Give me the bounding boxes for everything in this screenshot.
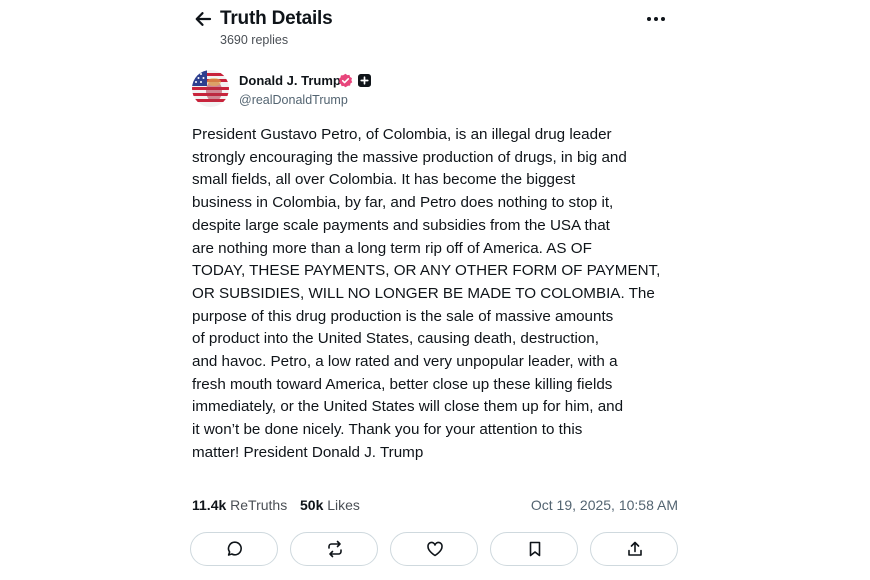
verified-badge-icon <box>338 73 353 88</box>
retruths-stat[interactable]: 11.4k ReTruths <box>192 497 287 513</box>
chat-bubble-icon <box>227 541 242 556</box>
post-body: President Gustavo Petro, of Colombia, is… <box>192 126 661 461</box>
replies-count: 3690 replies <box>220 33 289 47</box>
action-bar <box>190 532 682 570</box>
retruths-label: ReTruths <box>230 497 288 513</box>
truth-details-page: Truth Details 3690 replies Donald J. Tru… <box>0 0 870 580</box>
like-button[interactable] <box>390 532 478 566</box>
repost-icon <box>328 540 342 558</box>
avatar[interactable] <box>192 70 229 107</box>
more-options-icon[interactable] <box>646 15 666 23</box>
post-stats: 11.4k ReTruths 50k Likes Oct 19, 2025, 1… <box>192 497 682 517</box>
header: Truth Details 3690 replies <box>193 6 673 50</box>
share-upload-icon <box>628 541 642 556</box>
post-timestamp: Oct 19, 2025, 10:58 AM <box>530 497 678 513</box>
share-button[interactable] <box>590 532 678 566</box>
author-display-name[interactable]: Donald J. Trump <box>239 73 341 88</box>
retruths-count: 11.4k <box>192 497 227 513</box>
likes-label: Likes <box>327 497 360 513</box>
likes-count: 50k <box>300 497 324 513</box>
likes-stat[interactable]: 50k Likes <box>300 497 360 513</box>
bookmark-button[interactable] <box>490 532 578 566</box>
avatar-image <box>192 70 229 107</box>
author-handle[interactable]: @realDonaldTrump <box>239 93 348 107</box>
retruth-button[interactable] <box>290 532 378 566</box>
back-arrow-icon[interactable] <box>193 9 213 29</box>
bookmark-icon <box>529 541 541 557</box>
reply-button[interactable] <box>190 532 278 566</box>
post-author: Donald J. Trump @realDonaldTrump <box>192 70 592 110</box>
plus-square-icon <box>358 74 371 87</box>
heart-icon <box>427 541 443 557</box>
page-title: Truth Details <box>220 8 333 29</box>
